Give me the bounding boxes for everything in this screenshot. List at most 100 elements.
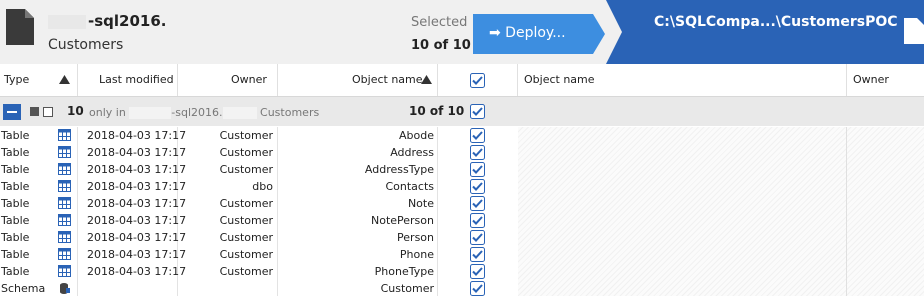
row-checkbox[interactable] <box>470 179 485 194</box>
row-checkbox[interactable] <box>470 230 485 245</box>
group-count: 10 <box>67 104 84 118</box>
object-name-cell: Abode <box>399 129 434 142</box>
deploy-button-label: ➡ Deploy... <box>489 25 566 41</box>
group-desc-database: Customers <box>260 106 320 119</box>
row-checkbox[interactable] <box>470 213 485 228</box>
column-header-type-label: Type <box>4 73 30 86</box>
last-modified-cell: 2018-04-03 17:17 <box>87 163 187 176</box>
table-row[interactable]: Table 2018-04-03 17:17 Customer Phone <box>0 246 924 263</box>
group-checkbox[interactable] <box>470 104 485 119</box>
object-type: Table <box>1 163 30 176</box>
target-path: C:\SQLCompa...\CustomersPOC <box>654 14 898 30</box>
source-database-name: Customers <box>48 37 124 53</box>
last-modified-cell: 2018-04-03 17:17 <box>87 146 187 159</box>
row-checkbox[interactable] <box>470 264 485 279</box>
column-header-type[interactable]: Type <box>4 64 29 96</box>
column-divider <box>277 64 278 96</box>
row-checkbox[interactable] <box>470 128 485 143</box>
selected-label: Selected <box>411 15 468 30</box>
owner-cell: Customer <box>219 265 273 278</box>
column-header-owner[interactable]: Owner <box>231 64 267 96</box>
column-divider <box>846 64 847 96</box>
source-only-indicator-icon <box>30 107 39 116</box>
column-divider <box>177 64 178 96</box>
table-icon <box>58 265 71 277</box>
table-row[interactable]: Table 2018-04-03 17:17 Customer AddressType <box>0 161 924 178</box>
target-empty-indicator-icon <box>43 107 53 117</box>
owner-cell: Customer <box>219 146 273 159</box>
column-header-last-modified[interactable]: Last modified <box>99 64 174 96</box>
column-header-target-object-name-label: Object name <box>524 73 595 86</box>
column-header-object-name-label: Object name <box>352 73 423 86</box>
object-type: Table <box>1 146 30 159</box>
column-header-target-owner-label: Owner <box>853 73 889 86</box>
last-modified-cell: 2018-04-03 17:17 <box>87 214 187 227</box>
column-header-object-name[interactable]: Object name <box>352 64 423 96</box>
table-row[interactable]: Table 2018-04-03 17:17 Customer Abode <box>0 127 924 144</box>
column-divider <box>77 64 78 96</box>
object-name-cell: Customer <box>380 282 434 295</box>
table-icon <box>58 146 71 158</box>
object-type: Table <box>1 265 30 278</box>
owner-cell: Customer <box>219 214 273 227</box>
target-file-icon <box>904 18 924 44</box>
object-name-cell: Phone <box>399 248 434 261</box>
row-checkbox[interactable] <box>470 162 485 177</box>
target-band-shape <box>606 0 924 64</box>
sort-ascending-icon <box>421 75 432 84</box>
deploy-button[interactable]: ➡ Deploy... <box>473 14 605 54</box>
table-row[interactable]: Schema Customer <box>0 280 924 297</box>
row-checkbox[interactable] <box>470 247 485 262</box>
table-icon <box>58 163 71 175</box>
object-type: Schema <box>1 282 46 295</box>
table-row[interactable]: Table 2018-04-03 17:17 Customer Address <box>0 144 924 161</box>
owner-cell: Customer <box>219 248 273 261</box>
owner-cell: Customer <box>219 231 273 244</box>
last-modified-cell: 2018-04-03 17:17 <box>87 231 187 244</box>
object-name-cell: NotePerson <box>370 214 434 227</box>
column-divider <box>517 64 518 96</box>
owner-cell: Customer <box>219 197 273 210</box>
column-header-owner-label: Owner <box>231 73 267 86</box>
object-name-cell: PhoneType <box>374 265 434 278</box>
object-type: Table <box>1 129 30 142</box>
column-header-last-modified-label: Last modified <box>99 73 174 86</box>
collapse-group-button[interactable] <box>3 104 21 120</box>
owner-cell: Customer <box>219 163 273 176</box>
group-description: only in -sql2016. Customers <box>89 106 319 119</box>
row-checkbox[interactable] <box>470 281 485 296</box>
owner-cell: dbo <box>252 180 273 193</box>
table-icon <box>58 231 71 243</box>
table-icon <box>58 248 71 260</box>
object-type: Table <box>1 231 30 244</box>
column-header-target-owner[interactable]: Owner <box>853 64 889 96</box>
sort-ascending-icon <box>59 75 70 84</box>
object-type: Table <box>1 248 30 261</box>
object-name-cell: Person <box>397 231 434 244</box>
owner-cell: Customer <box>219 129 273 142</box>
schema-icon <box>60 283 70 294</box>
last-modified-cell: 2018-04-03 17:17 <box>87 248 187 261</box>
redacted-region <box>129 107 172 119</box>
column-header-target-object-name[interactable]: Object name <box>524 64 595 96</box>
table-row[interactable]: Table 2018-04-03 17:17 Customer NotePerson <box>0 212 924 229</box>
row-checkbox[interactable] <box>470 145 485 160</box>
table-row[interactable]: Table 2018-04-03 17:17 Customer Person <box>0 229 924 246</box>
object-name-cell: Contacts <box>385 180 434 193</box>
object-name-cell: Address <box>390 146 434 159</box>
selected-count: 10 of 10 <box>411 38 471 53</box>
table-row[interactable]: Table 2018-04-03 17:17 dbo Contacts <box>0 178 924 195</box>
object-name-cell: AddressType <box>364 163 434 176</box>
table-row[interactable]: Table 2018-04-03 17:17 Customer Note <box>0 195 924 212</box>
group-desc-server: -sql2016. <box>171 106 223 119</box>
last-modified-cell: 2018-04-03 17:17 <box>87 129 187 142</box>
row-checkbox[interactable] <box>470 196 485 211</box>
target-panel <box>606 0 924 64</box>
select-all-checkbox[interactable] <box>470 73 485 88</box>
object-type: Table <box>1 180 30 193</box>
table-icon <box>58 180 71 192</box>
last-modified-cell: 2018-04-03 17:17 <box>87 180 187 193</box>
object-type: Table <box>1 214 30 227</box>
table-row[interactable]: Table 2018-04-03 17:17 Customer PhoneType <box>0 263 924 280</box>
last-modified-cell: 2018-04-03 17:17 <box>87 197 187 210</box>
